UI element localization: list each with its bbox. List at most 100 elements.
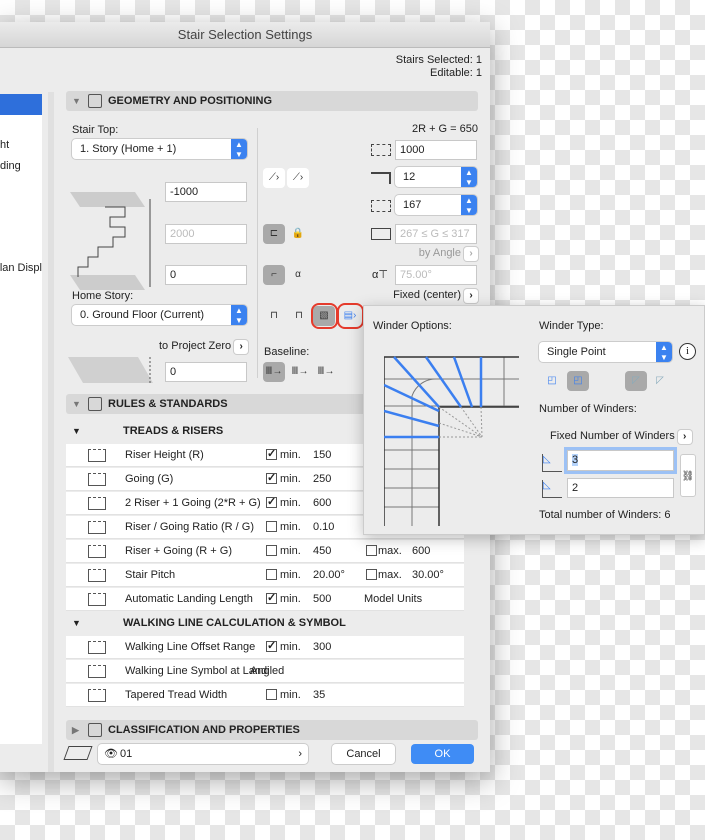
max-value[interactable]: 30.00°: [412, 569, 444, 581]
winder-type-select[interactable]: Single Point ▲ ▼: [539, 342, 672, 362]
winder-style-3-button: ◸: [625, 371, 647, 391]
second-flight-winders-icon: ◺: [542, 480, 562, 498]
ok-button[interactable]: OK: [411, 744, 474, 764]
cancel-button[interactable]: Cancel: [332, 744, 395, 764]
riser-height-select[interactable]: 167 ▲ ▼: [395, 195, 477, 215]
min-checkbox[interactable]: [266, 689, 277, 700]
chevron-right-icon[interactable]: ›: [677, 430, 692, 444]
min-value[interactable]: 500: [313, 593, 331, 605]
going-fixed-button[interactable]: ⊏: [263, 224, 285, 244]
bottom-offset-input[interactable]: 0: [165, 265, 247, 285]
min-label: min.: [280, 593, 301, 605]
pitch-button[interactable]: ⌐: [263, 265, 285, 285]
min-value[interactable]: 600: [313, 497, 331, 509]
layer-select[interactable]: 👁 01 ›: [98, 744, 308, 764]
stepper-arrows-icon: ▲ ▼: [231, 139, 247, 159]
section-geometry[interactable]: ▼ GEOMETRY AND POSITIONING: [66, 91, 478, 111]
min-checkbox[interactable]: [266, 521, 277, 532]
rule-extra[interactable]: Angled: [250, 665, 284, 677]
subsection-title: TREADS & RISERS: [123, 425, 224, 437]
rule-label: Stair Pitch: [125, 569, 176, 581]
total-winders: Total number of Winders: 6: [539, 509, 671, 521]
min-value[interactable]: 150: [313, 449, 331, 461]
stair-direction-down-button[interactable]: ⟋›: [287, 168, 309, 188]
min-value[interactable]: 450: [313, 545, 331, 557]
sidebar-item[interactable]: ding: [0, 160, 42, 172]
stepper-arrows-icon: ▲ ▼: [461, 167, 477, 187]
highlight-ring: [311, 303, 338, 329]
min-value[interactable]: 300: [313, 641, 331, 653]
winder-style-2-button[interactable]: ◰: [567, 371, 589, 391]
stair-top-select[interactable]: 1. Story (Home + 1) ▲ ▼: [72, 139, 247, 159]
rule-icon: [88, 497, 106, 510]
risers-select[interactable]: 12 ▲ ▼: [395, 167, 477, 187]
project-zero-input[interactable]: 0: [165, 362, 247, 382]
first-winders-input[interactable]: 3: [567, 450, 674, 471]
home-story-select[interactable]: 0. Ground Floor (Current) ▲ ▼: [72, 305, 247, 325]
min-checkbox[interactable]: ✓: [266, 473, 277, 484]
number-of-winders-label: Number of Winders:: [539, 403, 637, 415]
second-winders-input[interactable]: 2: [567, 478, 674, 498]
info-icon[interactable]: i: [679, 343, 696, 360]
min-value[interactable]: 20.00°: [313, 569, 345, 581]
chevron-right-icon[interactable]: ›: [234, 340, 249, 354]
min-checkbox[interactable]: [266, 545, 277, 556]
min-checkbox[interactable]: ✓: [266, 449, 277, 460]
rule-icon: [88, 473, 106, 486]
rule-label: Automatic Landing Length: [125, 593, 253, 605]
max-checkbox[interactable]: [366, 545, 377, 556]
height-input: 2000: [165, 224, 247, 244]
rule-icon: [88, 593, 106, 606]
chevron-right-icon[interactable]: ›: [464, 289, 478, 303]
section-classification[interactable]: ▶ CLASSIFICATION AND PROPERTIES: [66, 720, 478, 740]
geometry-icon: [88, 94, 102, 108]
link-chain-icon[interactable]: ⛓: [680, 454, 696, 497]
collapse-triangle-icon: ▼: [72, 399, 81, 409]
rule-row: Stair Pitch min. 20.00° max. 30.00°: [66, 564, 464, 587]
min-value[interactable]: 0.10: [313, 521, 334, 533]
going-lock-button[interactable]: 🔒: [287, 224, 309, 244]
splitter[interactable]: [48, 92, 54, 772]
max-checkbox[interactable]: [366, 569, 377, 580]
rule-icon: [88, 569, 106, 582]
max-value[interactable]: 600: [412, 545, 430, 557]
min-label: min.: [280, 449, 301, 461]
min-checkbox[interactable]: [266, 569, 277, 580]
min-label: min.: [280, 689, 301, 701]
min-value[interactable]: 250: [313, 473, 331, 485]
editable-count: Editable: 1: [430, 67, 482, 79]
sidebar-item[interactable]: lan Displ: [0, 262, 42, 274]
winder-style-1-button[interactable]: ◰: [541, 371, 563, 391]
rule-row: Riser + Going (R + G) min. 450 max. 600: [66, 540, 464, 563]
landing-type-2-button[interactable]: ⊓: [288, 306, 310, 326]
home-story-label: Home Story:: [72, 290, 134, 302]
angle-icon: α⊤: [372, 269, 388, 281]
select-value: Single Point: [547, 346, 606, 358]
walking-line-position[interactable]: Fixed (center) ›: [393, 289, 478, 303]
angle-button[interactable]: α: [287, 265, 309, 285]
section-title: RULES & STANDARDS: [108, 398, 228, 410]
sidebar-item-selected[interactable]: [0, 94, 42, 115]
min-checkbox[interactable]: ✓: [266, 641, 277, 652]
subsection-title: WALKING LINE CALCULATION & SYMBOL: [123, 617, 346, 629]
stair-height-input[interactable]: 1000: [395, 140, 477, 160]
fixed-number-winders[interactable]: Fixed Number of Winders ›: [550, 430, 692, 444]
min-value[interactable]: 35: [313, 689, 325, 701]
landing-type-1-button[interactable]: ⊓: [263, 306, 285, 326]
max-label: max.: [378, 569, 402, 581]
walking-line-header[interactable]: ▼ WALKING LINE CALCULATION & SYMBOL: [66, 612, 464, 635]
stair-direction-up-button[interactable]: ⟋›: [263, 168, 285, 188]
by-angle-button[interactable]: by Angle ›: [419, 247, 478, 261]
stair-top-label: Stair Top:: [72, 124, 119, 136]
baseline-right-button[interactable]: Ⅲ→: [315, 362, 337, 382]
rule-icon: [88, 689, 106, 702]
select-value: 12: [403, 171, 416, 183]
going-range-input: 267 ≤ G ≤ 317: [395, 224, 477, 244]
sidebar-item[interactable]: ht: [0, 139, 42, 151]
min-checkbox[interactable]: ✓: [266, 497, 277, 508]
baseline-center-button[interactable]: Ⅲ→: [289, 362, 311, 382]
min-checkbox[interactable]: ✓: [266, 593, 277, 604]
to-project-zero[interactable]: to Project Zero ›: [159, 340, 249, 354]
baseline-left-button[interactable]: Ⅲ→: [263, 362, 285, 382]
top-offset-input[interactable]: -1000: [165, 182, 247, 202]
